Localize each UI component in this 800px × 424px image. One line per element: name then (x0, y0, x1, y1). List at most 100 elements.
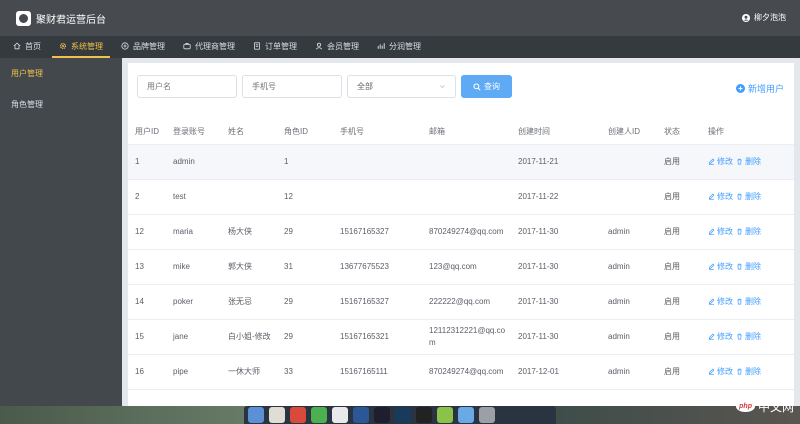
nav-agent[interactable]: 代理商管理 (176, 36, 242, 58)
nav-orders[interactable]: 订单管理 (246, 36, 304, 58)
table-cell: 2017-11-30 (518, 319, 608, 355)
search-button[interactable]: 查询 (461, 75, 512, 98)
trash-icon (737, 368, 742, 375)
delete-button[interactable]: 删除 (736, 296, 761, 307)
delete-label: 删除 (745, 332, 761, 341)
table-cell-text: 29 (284, 297, 293, 306)
table-cell-text: 杨大侠 (228, 227, 252, 236)
column-header: 登录账号 (173, 120, 228, 145)
table-cell-text: 12 (135, 227, 144, 236)
table-cell-text: 31 (284, 262, 293, 271)
edit-button[interactable]: 修改 (708, 156, 733, 167)
trash-icon (737, 263, 742, 270)
table-cell-text: admin (608, 297, 630, 306)
phone-input[interactable] (242, 75, 342, 98)
row-actions: 修改 删除 (708, 331, 794, 342)
table-row: 13 mike 郭大侠 31 13677675523 123@qq.com 2017-11-… (128, 249, 794, 285)
table-cell: 杨大侠 (228, 214, 284, 250)
table-cell-text: 启用 (664, 367, 680, 376)
table-header-row: 用户ID 登录账号 姓名 角色ID 手机号 邮箱 创建时间 创建人ID 状态 操… (128, 120, 794, 145)
sidebar-item-users[interactable]: 用户管理 (0, 59, 122, 89)
table-cell: 870249274@qq.com (429, 354, 518, 390)
terminal-icon[interactable] (416, 407, 432, 423)
column-header: 状态 (664, 120, 708, 145)
trash-icon (737, 228, 742, 235)
column-header: 姓名 (228, 120, 284, 145)
edit-icon (708, 193, 715, 200)
finder-icon[interactable] (248, 407, 264, 423)
table-cell (429, 144, 518, 180)
table-cell: 2017-11-22 (518, 179, 608, 215)
edit-button[interactable]: 修改 (708, 191, 733, 202)
table-cell-text: 15 (135, 332, 144, 341)
delete-button[interactable]: 删除 (736, 261, 761, 272)
delete-button[interactable]: 删除 (736, 331, 761, 342)
table-cell (340, 144, 429, 180)
table-cell-text: 870249274@qq.com (429, 366, 504, 376)
table-cell: 14 (128, 284, 173, 320)
user-menu[interactable]: 柳夕泡泡 (742, 12, 786, 23)
filter-bar: 全部 查询 (137, 75, 512, 98)
nav-brand[interactable]: 品牌管理 (114, 36, 172, 58)
table-cell-text: 启用 (664, 227, 680, 236)
edit-button[interactable]: 修改 (708, 331, 733, 342)
table-cell: 启用 (664, 284, 708, 320)
add-user-button[interactable]: 新增用户 (735, 82, 784, 95)
row-actions: 修改 删除 (708, 296, 794, 307)
table-cell: poker (173, 284, 228, 320)
edit-button[interactable]: 修改 (708, 296, 733, 307)
table-row: 2 test 12 2017-11-22 启用 修改 删除 (128, 179, 794, 215)
row-actions: 修改 删除 (708, 156, 794, 167)
table-cell: 15167165111 (340, 354, 429, 390)
table-row: 12 maria 杨大侠 29 15167165327 870249274@qq.com 2… (128, 214, 794, 250)
table-cell: 29 (284, 214, 340, 250)
table-cell-text: 1 (284, 157, 289, 166)
app-red-icon[interactable] (290, 407, 306, 423)
edit-button[interactable]: 修改 (708, 261, 733, 272)
webstorm-icon[interactable] (353, 407, 369, 423)
table-cell-text: 12112312221@qq.com (429, 325, 506, 347)
wechat-icon[interactable] (311, 407, 327, 423)
edit-icon (708, 298, 715, 305)
table-cell-text: 29 (284, 227, 293, 236)
table-cell-text: admin (608, 262, 630, 271)
watermark-text: 中文网 (757, 400, 794, 414)
table-cell-text: 15167165321 (340, 332, 389, 341)
sidebar-item-roles[interactable]: 角色管理 (0, 90, 122, 120)
main-content: 全部 查询 新增用户 用户ID 登录账号 姓名 角色ID 手 (122, 58, 800, 406)
trash-icon[interactable] (479, 407, 495, 423)
delete-button[interactable]: 删除 (736, 156, 761, 167)
nav-home[interactable]: 首页 (6, 36, 48, 58)
chrome-icon[interactable] (332, 407, 348, 423)
photoshop-icon[interactable] (395, 407, 411, 423)
table-cell-text: poker (173, 297, 194, 306)
app-green-icon[interactable] (437, 407, 453, 423)
table-cell-text: maria (173, 227, 194, 236)
table-cell: 2 (128, 179, 173, 215)
table-cell-text: 33 (284, 367, 293, 376)
edit-icon (708, 158, 715, 165)
delete-button[interactable]: 删除 (736, 191, 761, 202)
edit-label: 修改 (717, 367, 733, 376)
username-input[interactable] (137, 75, 237, 98)
table-cell: 启用 (664, 214, 708, 250)
table-cell: 2017-11-30 (518, 249, 608, 285)
edit-button[interactable]: 修改 (708, 366, 733, 377)
edit-icon (708, 228, 715, 235)
edit-button[interactable]: 修改 (708, 226, 733, 237)
delete-button[interactable]: 删除 (736, 226, 761, 237)
nav-system[interactable]: 系统管理 (52, 36, 110, 58)
nav-label: 系统管理 (71, 41, 103, 51)
column-header: 角色ID (284, 120, 340, 145)
delete-button[interactable]: 删除 (736, 366, 761, 377)
launcher-icon[interactable] (269, 407, 285, 423)
user-table: 用户ID 登录账号 姓名 角色ID 手机号 邮箱 创建时间 创建人ID 状态 操… (128, 120, 794, 390)
folder-icon[interactable] (458, 407, 474, 423)
table-cell-text: 123@qq.com (429, 261, 477, 271)
nav-profit[interactable]: 分润管理 (370, 36, 428, 58)
nav-members[interactable]: 会员管理 (308, 36, 366, 58)
table-cell: 29 (284, 319, 340, 355)
table-cell-text: 一休大师 (228, 367, 260, 376)
intellij-icon[interactable] (374, 407, 390, 423)
status-select[interactable]: 全部 (347, 75, 456, 98)
